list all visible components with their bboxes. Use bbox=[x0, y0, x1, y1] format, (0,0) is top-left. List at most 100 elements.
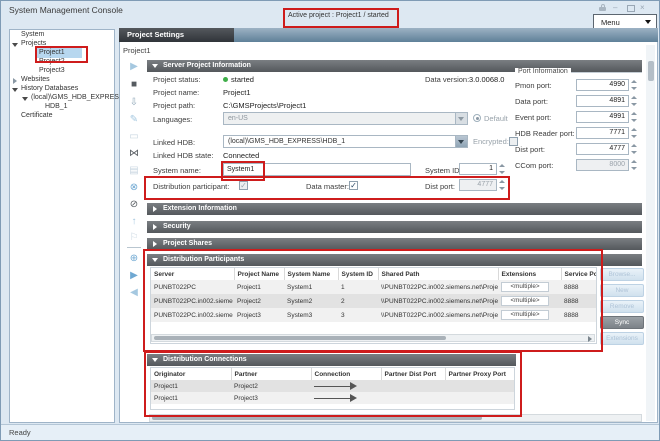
save-icon[interactable]: ▤ bbox=[124, 163, 144, 178]
system-id-input[interactable]: 1 bbox=[459, 163, 497, 175]
import-project-icon[interactable]: ⇩ bbox=[124, 95, 144, 110]
languages-dropdown[interactable]: en-US bbox=[223, 112, 468, 125]
expander-down-icon[interactable] bbox=[12, 43, 18, 47]
add-icon[interactable]: ⊕ bbox=[124, 251, 144, 266]
dropdown-arrow-icon[interactable] bbox=[455, 136, 467, 147]
table-row[interactable]: Project1 Project2 bbox=[151, 380, 514, 392]
remove-distribution-icon[interactable]: ⊘ bbox=[124, 197, 144, 212]
col-partner-proxy-port[interactable]: Partner Proxy Port bbox=[445, 368, 514, 380]
pmon-port-spinner[interactable] bbox=[630, 79, 638, 91]
col-originator[interactable]: Originator bbox=[151, 368, 231, 380]
default-radio[interactable] bbox=[473, 114, 481, 122]
participants-hscrollbar[interactable] bbox=[151, 334, 595, 342]
vertical-scrollbar[interactable] bbox=[646, 45, 655, 421]
tree-item-history-databases[interactable]: History Databases bbox=[21, 85, 78, 92]
tree-item-project2[interactable]: Project2 bbox=[39, 58, 65, 65]
system-id-label: System ID: bbox=[425, 166, 462, 175]
pin-icon[interactable]: ⚐ bbox=[124, 230, 144, 245]
pmon-port-input[interactable]: 4990 bbox=[576, 79, 629, 91]
event-port-input[interactable]: 4991 bbox=[576, 111, 629, 123]
tree-item-certificate[interactable]: Certificate bbox=[21, 112, 53, 119]
col-extensions[interactable]: Extensions bbox=[498, 268, 561, 280]
col-service-port[interactable]: Service Po bbox=[561, 268, 596, 280]
menu-dropdown[interactable]: Menu bbox=[593, 14, 657, 29]
new-button[interactable]: New bbox=[600, 284, 644, 297]
languages-label: Languages: bbox=[153, 115, 192, 124]
expand-icon bbox=[153, 241, 157, 247]
dist-port-info-input[interactable]: 4777 bbox=[576, 143, 629, 155]
table-row[interactable]: Project1 Project3 bbox=[151, 392, 514, 404]
tree-item-system[interactable]: System bbox=[21, 31, 44, 38]
expand-icon bbox=[153, 224, 157, 230]
dist-port-info-spinner[interactable] bbox=[630, 143, 638, 155]
col-partner-dist-port[interactable]: Partner Dist Port bbox=[381, 368, 445, 380]
tree-item-projects[interactable]: Projects bbox=[21, 40, 46, 47]
col-connection[interactable]: Connection bbox=[311, 368, 381, 380]
scroll-right-icon[interactable] bbox=[588, 336, 592, 342]
browse-button[interactable]: Browse... bbox=[600, 268, 644, 281]
dist-port-info-label: Dist port: bbox=[515, 145, 545, 154]
section-project-shares[interactable]: Project Shares bbox=[147, 238, 642, 250]
extensions-cell-input[interactable]: <multiple> bbox=[501, 282, 549, 292]
linked-hdb-state-label: Linked HDB state: bbox=[153, 151, 213, 160]
system-name-input[interactable]: System1 bbox=[223, 163, 411, 176]
tree-item-websites[interactable]: Websites bbox=[21, 76, 50, 83]
tree-item-gms-hdb-express[interactable]: (local)\GMS_HDB_EXPRESS bbox=[31, 94, 124, 101]
col-shared-path[interactable]: Shared Path bbox=[378, 268, 498, 280]
table-row[interactable]: PUNBT022PC Project1 System1 1 \\PUNBT022… bbox=[151, 280, 596, 294]
panel-hscrollbar[interactable] bbox=[149, 414, 642, 422]
tree-item-hdb1[interactable]: HDB_1 bbox=[45, 103, 68, 110]
extensions-cell-input[interactable]: <multiple> bbox=[501, 296, 549, 306]
next-icon[interactable]: ▶ bbox=[124, 268, 144, 283]
stop-project-icon[interactable]: ■ bbox=[124, 77, 144, 92]
col-partner[interactable]: Partner bbox=[231, 368, 311, 380]
col-system-id[interactable]: System ID bbox=[338, 268, 378, 280]
expander-right-icon[interactable] bbox=[13, 78, 17, 84]
dropdown-arrow-icon[interactable] bbox=[455, 113, 467, 124]
dist-port-spinner[interactable] bbox=[498, 179, 506, 191]
linked-hdb-dropdown[interactable]: (local)\GMS_HDB_EXPRESS\HDB_1 bbox=[223, 135, 468, 148]
data-port-input[interactable]: 4891 bbox=[576, 95, 629, 107]
hdb-reader-port-spinner[interactable] bbox=[630, 127, 638, 139]
data-port-spinner[interactable] bbox=[630, 95, 638, 107]
extensions-cell-input[interactable]: <multiple> bbox=[501, 310, 549, 320]
section-extension-information[interactable]: Extension Information bbox=[147, 203, 642, 215]
section-security[interactable]: Security bbox=[147, 221, 642, 233]
previous-icon[interactable]: ◀ bbox=[124, 285, 144, 300]
col-system-name[interactable]: System Name bbox=[284, 268, 338, 280]
tree-item-project1[interactable]: Project1 bbox=[39, 49, 65, 56]
maximize-button[interactable] bbox=[627, 5, 635, 12]
project-name-value: Project1 bbox=[223, 88, 251, 97]
close-button[interactable]: × bbox=[640, 3, 645, 12]
tab-project-settings[interactable]: Project Settings bbox=[119, 28, 234, 42]
edit-display-icon[interactable]: ▭ bbox=[124, 129, 144, 144]
system-name-label: System name: bbox=[153, 166, 201, 175]
minimize-button[interactable]: – bbox=[613, 3, 617, 12]
close-project-icon[interactable]: ⊗ bbox=[124, 180, 144, 195]
ccom-port-input[interactable]: 8000 bbox=[576, 159, 629, 171]
col-server[interactable]: Server bbox=[151, 268, 234, 280]
distribution-icon[interactable]: ⋈ bbox=[124, 146, 144, 161]
distribution-participant-checkbox[interactable]: ✓ bbox=[239, 181, 248, 190]
table-row[interactable]: PUNBT022PC.in002.sieme Project3 System3 … bbox=[151, 308, 596, 322]
remove-button[interactable]: Remove bbox=[600, 300, 644, 313]
edit-project-icon[interactable]: ✎ bbox=[124, 112, 144, 127]
expander-down-icon[interactable] bbox=[12, 88, 18, 92]
extensions-button[interactable]: Extensions bbox=[600, 332, 644, 345]
table-header-row: Server Project Name System Name System I… bbox=[151, 268, 596, 280]
sync-button[interactable]: Sync bbox=[600, 316, 644, 329]
table-row[interactable]: PUNBT022PC.in002.sieme Project2 System2 … bbox=[151, 294, 596, 308]
section-distribution-participants[interactable]: Distribution Participants bbox=[147, 254, 642, 266]
system-id-spinner[interactable] bbox=[498, 163, 506, 175]
hdb-reader-port-input[interactable]: 7771 bbox=[576, 127, 629, 139]
section-distribution-connections[interactable]: Distribution Connections bbox=[147, 354, 516, 366]
event-port-spinner[interactable] bbox=[630, 111, 638, 123]
upload-icon[interactable]: ↑ bbox=[124, 214, 144, 229]
start-project-icon[interactable]: ▶ bbox=[124, 59, 144, 74]
ccom-port-spinner[interactable] bbox=[630, 159, 638, 171]
expander-down-icon[interactable] bbox=[22, 97, 28, 101]
data-master-checkbox[interactable]: ✓ bbox=[349, 181, 358, 190]
tree-item-project3[interactable]: Project3 bbox=[39, 67, 65, 74]
col-project-name[interactable]: Project Name bbox=[234, 268, 284, 280]
dist-port-input[interactable]: 4777 bbox=[459, 179, 497, 191]
